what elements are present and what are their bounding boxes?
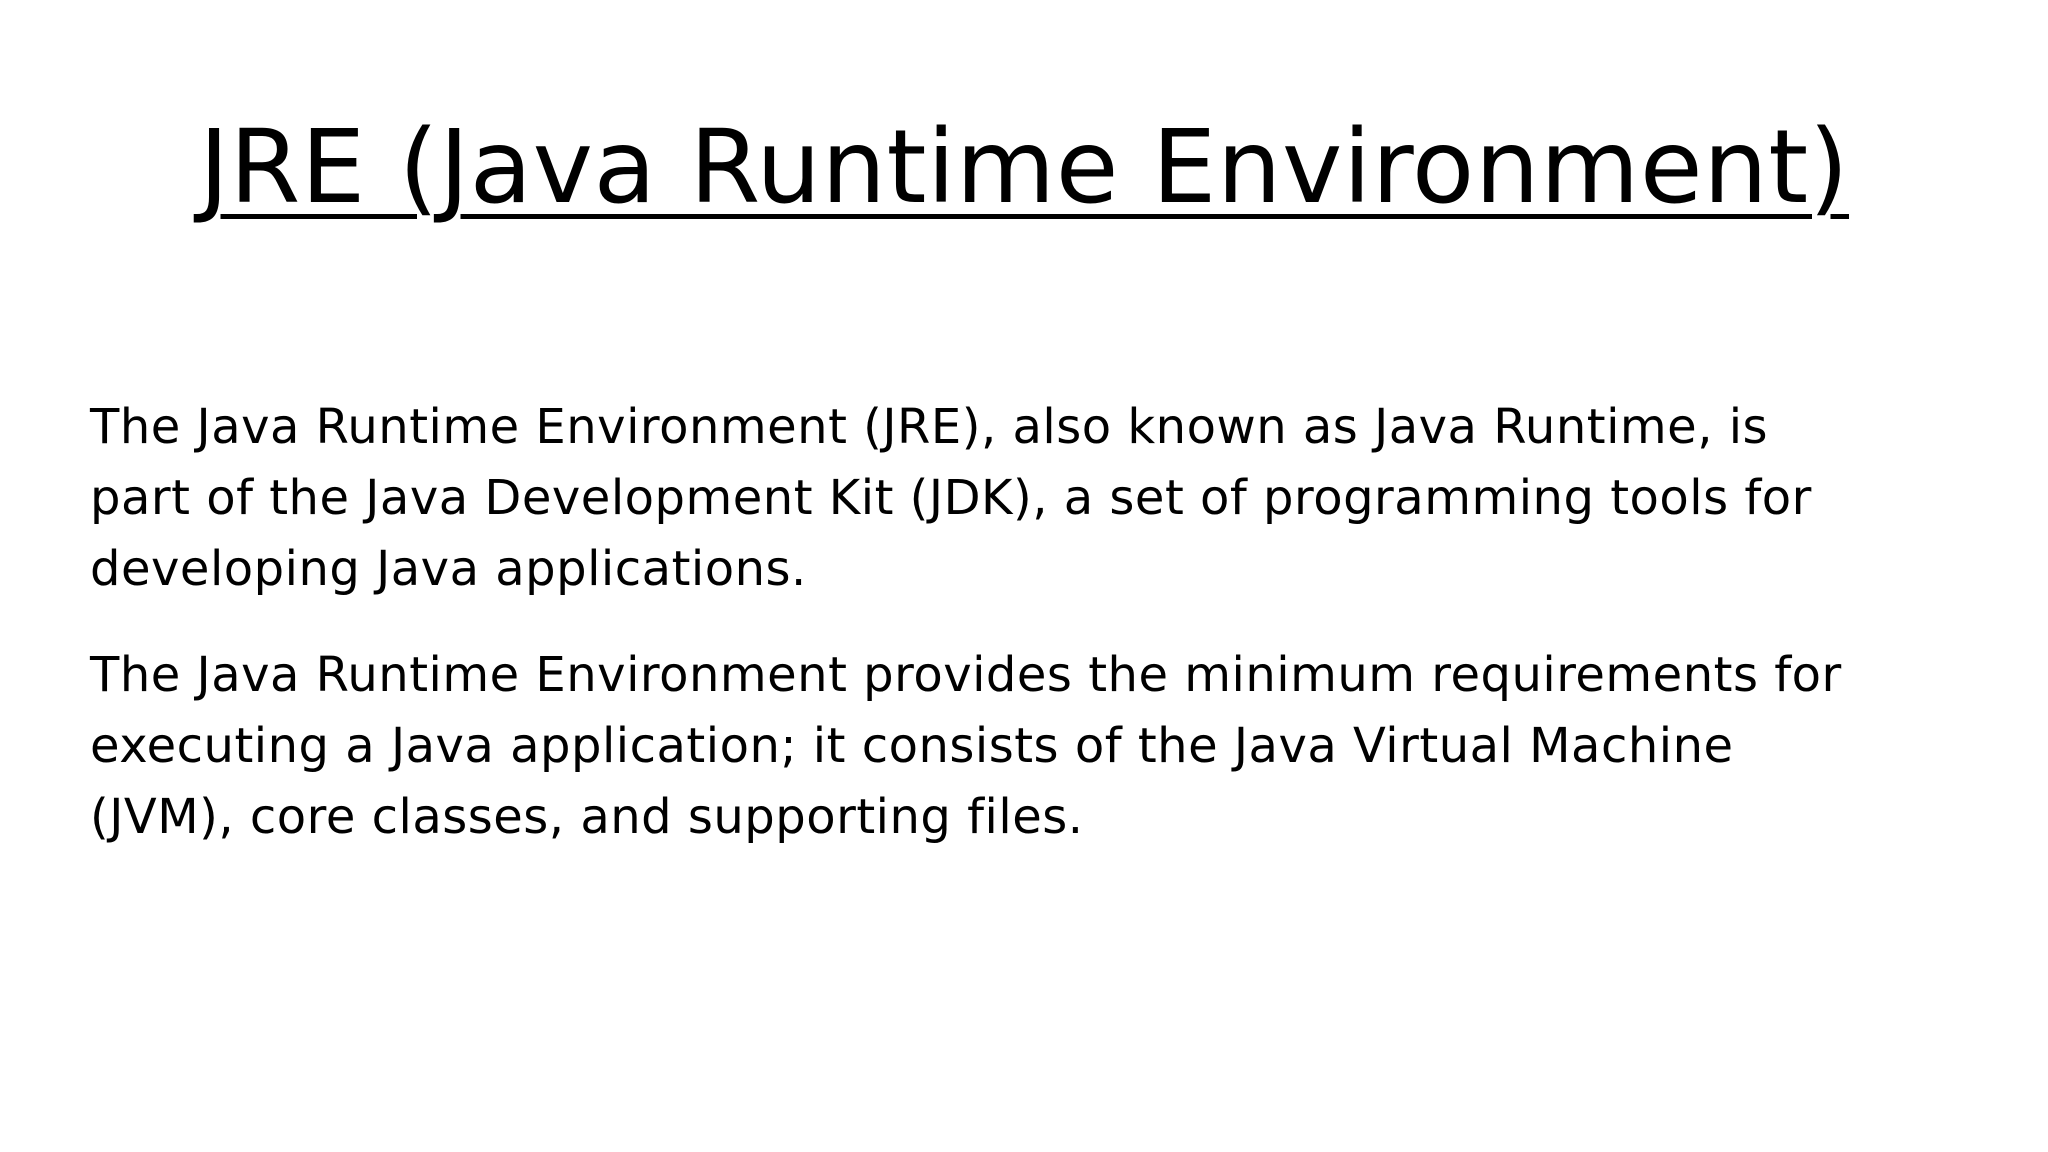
paragraph-line: developing Java applications. bbox=[90, 541, 807, 597]
slide: JRE (Java Runtime Environment) The Java … bbox=[0, 0, 2048, 1152]
paragraph-jre-components: The Java Runtime Environment provides th… bbox=[90, 640, 1990, 853]
paragraph-jre-definition: The Java Runtime Environment (JRE), also… bbox=[90, 392, 1990, 605]
paragraph-line: (JVM), core classes, and supporting file… bbox=[90, 789, 1084, 845]
slide-title: JRE (Java Runtime Environment) bbox=[198, 108, 1850, 227]
paragraph-line: executing a Java application; it consist… bbox=[90, 718, 1734, 774]
paragraph-line: The Java Runtime Environment provides th… bbox=[90, 647, 1842, 703]
paragraph-line: part of the Java Development Kit (JDK), … bbox=[90, 470, 1812, 526]
paragraph-line: The Java Runtime Environment (JRE), also… bbox=[90, 399, 1769, 455]
slide-body: The Java Runtime Environment (JRE), also… bbox=[90, 392, 1990, 888]
